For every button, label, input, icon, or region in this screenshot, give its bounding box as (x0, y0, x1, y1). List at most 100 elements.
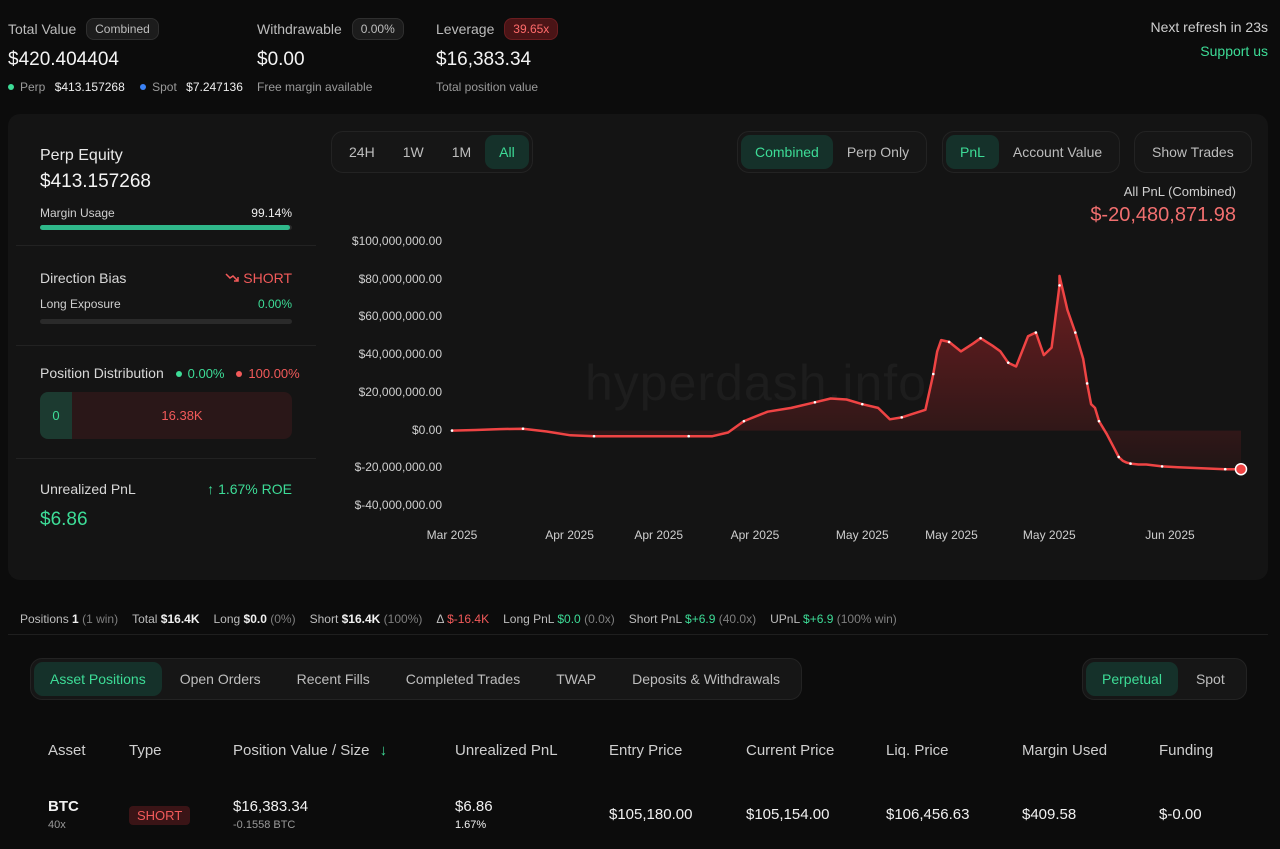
withdrawable-sub: Free margin available (257, 80, 373, 94)
chart-end-point[interactable] (1234, 462, 1248, 476)
stat-short: Short $16.4K (100%) (309, 611, 423, 626)
y-tick-label: $80,000,000.00 (358, 271, 442, 286)
x-tick-label: May 2025 (1022, 528, 1076, 542)
tab-asset-positions[interactable]: Asset Positions (34, 662, 162, 696)
sort-desc-icon[interactable]: ↓ (380, 742, 388, 759)
leverage-pill: 39.65x (504, 18, 559, 40)
leverage-label: Leverage (436, 21, 495, 37)
perp-value: $413.157268 (54, 80, 125, 94)
col-unrealized[interactable]: Unrealized PnL (455, 742, 558, 759)
spot-dot-icon (140, 84, 147, 90)
leverage-sub: Total position value (436, 80, 539, 94)
tab-deposits-withdrawals[interactable]: Deposits & Withdrawals (614, 662, 798, 696)
perp-label: Perp (20, 80, 46, 94)
stat-long: Long $0.0 (0%) (213, 611, 296, 626)
x-tick-label: Jun 2025 (1145, 528, 1195, 542)
chart-point (1085, 382, 1089, 385)
combined-pill[interactable]: Combined (86, 18, 159, 40)
withdrawable-label: Withdrawable (257, 21, 342, 37)
chart-point (1074, 331, 1077, 334)
chart-point (450, 429, 454, 432)
x-tick-label: Apr 2025 (634, 528, 684, 542)
y-tick-label: $20,000,000.00 (358, 384, 442, 399)
y-tick-label: $0.00 (411, 422, 442, 437)
chart-point (1058, 284, 1061, 287)
col-current-price[interactable]: Current Price (746, 742, 834, 759)
col-funding[interactable]: Funding (1159, 742, 1213, 759)
spot-value: $7.247136 (186, 80, 243, 94)
x-tick-label: Mar 2025 (426, 528, 478, 542)
row-asset[interactable]: BTC (48, 798, 79, 815)
col-asset[interactable]: Asset (48, 742, 86, 759)
chart-point (813, 400, 817, 404)
row-current-price: $105,154.00 (746, 806, 830, 823)
tab-open-orders[interactable]: Open Orders (162, 662, 279, 696)
row-leverage: 40x (48, 819, 66, 831)
x-tick-label: May 2025 (835, 528, 889, 542)
row-entry-price: $105,180.00 (609, 806, 693, 823)
tab-spot[interactable]: Spot (1178, 662, 1243, 696)
x-tick-label: May 2025 (925, 528, 978, 542)
pnl-area (452, 275, 1241, 470)
overview-panel: Perp Equity $413.157268 Margin Usage 99.… (8, 114, 1268, 580)
chart-point (1160, 465, 1164, 468)
chart-point (1006, 361, 1010, 364)
row-unrealized: $6.86 (455, 798, 493, 815)
row-type-badge: SHORT (129, 806, 191, 825)
stat-delta: Δ $-16.4K (436, 611, 490, 626)
leverage-block: Leverage 39.65x $16,383.34 Total positio… (436, 18, 559, 94)
col-entry-price[interactable]: Entry Price (609, 742, 682, 759)
positions-tabs: Asset Positions Open Orders Recent Fills… (30, 658, 802, 700)
market-tabs: Perpetual Spot (1082, 658, 1247, 700)
perp-dot-icon (8, 84, 14, 90)
stat-total: Total $16.4K (132, 611, 200, 626)
row-funding: $-0.00 (1159, 806, 1202, 823)
col-type[interactable]: Type (129, 742, 162, 759)
chart-point (592, 434, 596, 438)
stat-long-pnl: Long PnL $0.0 (0.0x) (503, 611, 615, 626)
col-position-value[interactable]: Position Value / Size ↓ (233, 742, 387, 759)
col-margin-used[interactable]: Margin Used (1022, 742, 1107, 759)
chart-point (1223, 467, 1227, 471)
y-tick-label: $100,000,000.00 (351, 234, 442, 248)
chart-point (947, 340, 951, 344)
y-tick-label: $60,000,000.00 (358, 309, 442, 324)
x-tick-label: Apr 2025 (545, 528, 594, 542)
row-margin-used: $409.58 (1022, 806, 1077, 823)
total-value-label: Total Value (8, 21, 77, 37)
chart-point (931, 372, 935, 376)
stat-positions: Positions 1 (1 win) (20, 611, 119, 626)
chart-point (742, 419, 746, 423)
y-tick-label: $-20,000,000.00 (354, 460, 442, 475)
chart-point (1097, 419, 1101, 423)
chart-point (521, 427, 525, 430)
support-link[interactable]: Support us (1151, 43, 1268, 59)
chart-point (979, 336, 982, 340)
pnl-chart-svg (450, 274, 1248, 476)
tab-twap[interactable]: TWAP (538, 662, 614, 696)
total-value: $420.404404 (8, 49, 119, 70)
spot-label: Spot (152, 80, 177, 94)
tab-recent-fills[interactable]: Recent Fills (279, 662, 388, 696)
row-position-value: $16,383.34 (233, 798, 309, 815)
chart-point (1117, 455, 1121, 459)
withdrawable-pill: 0.00% (351, 18, 404, 40)
refresh-block: Next refresh in 23s Support us (1151, 19, 1269, 59)
row-unrealized-pct: 1.67% (455, 819, 487, 831)
tab-completed-trades[interactable]: Completed Trades (388, 662, 538, 696)
x-tick-label: Apr 2025 (730, 528, 780, 542)
tab-perpetual[interactable]: Perpetual (1086, 662, 1178, 696)
row-liq-price: $106,456.63 (886, 806, 970, 823)
refresh-text: Next refresh in 23s (1150, 19, 1269, 35)
stat-short-pnl: Short PnL $+6.9 (40.0x) (628, 611, 757, 626)
row-size: -0.1558 BTC (233, 819, 296, 831)
withdrawable-block: Withdrawable 0.00% $0.00 Free margin ava… (257, 18, 404, 94)
chart-point (1129, 462, 1132, 465)
positions-stats-bar: Positions 1 (1 win) Total $16.4K Long $0… (8, 603, 1268, 635)
chart-point (1034, 331, 1038, 334)
pnl-chart: $100,000,000.00 $80,000,000.00 $60,000,000… (8, 114, 1268, 580)
withdrawable-value: $0.00 (257, 49, 305, 70)
chart-point (687, 434, 690, 438)
col-liq-price[interactable]: Liq. Price (886, 742, 949, 759)
chart-point (860, 402, 864, 406)
